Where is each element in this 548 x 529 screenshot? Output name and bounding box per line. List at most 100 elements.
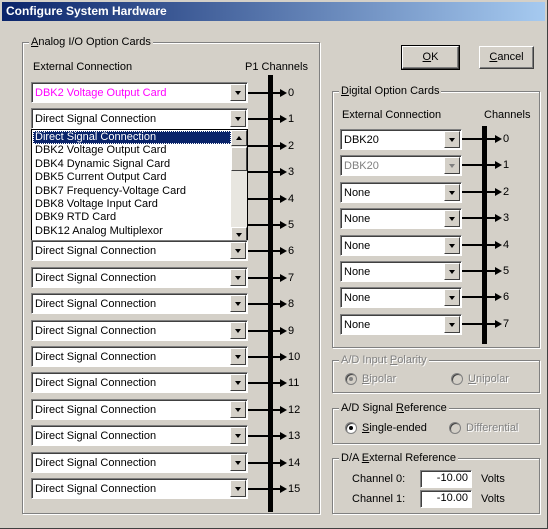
analog-connection-value: Direct Signal Connection	[35, 324, 157, 337]
chevron-down-icon[interactable]	[230, 110, 246, 128]
chevron-down-icon[interactable]	[444, 315, 460, 333]
cancel-button[interactable]: Cancel	[479, 46, 534, 69]
chevron-down-icon[interactable]	[444, 289, 460, 307]
digital-connection-select[interactable]: None	[340, 313, 462, 335]
arrow-right-icon	[280, 379, 287, 388]
dropdown-option[interactable]: DBK8 Voltage Input Card	[33, 198, 231, 211]
digital-channel-arrow-line	[462, 270, 496, 272]
channel-0-voltage-field[interactable]: -10.00	[420, 470, 472, 488]
analog-channel-bus	[268, 75, 273, 512]
chevron-down-icon[interactable]	[444, 131, 460, 148]
analog-channel-number: 14	[288, 456, 301, 469]
dropdown-option[interactable]: DBK2 Voltage Output Card	[33, 144, 231, 157]
dropdown-option[interactable]: DBK12 Analog Multiplexor	[33, 225, 231, 238]
digital-connection-value: DBK20	[344, 134, 379, 146]
unipolar-radio[interactable]	[451, 373, 463, 385]
da-ref-label: D/A External Reference	[339, 451, 458, 465]
analog-connection-select[interactable]: Direct Signal Connection	[31, 266, 248, 288]
analog-connection-value: DBK2 Voltage Output Card	[35, 87, 167, 99]
chevron-down-icon[interactable]	[230, 427, 246, 445]
scroll-up-arrow-icon[interactable]	[231, 130, 247, 146]
analog-channel-arrow-line	[248, 382, 281, 385]
analog-channel-arrow-line	[248, 92, 281, 94]
arrow-right-icon	[280, 485, 287, 493]
digital-channel-arrow-line	[462, 190, 496, 193]
analog-channel-arrow-line	[248, 144, 281, 147]
digital-connection-select[interactable]: None	[340, 287, 462, 309]
chevron-down-icon[interactable]	[444, 183, 460, 201]
analog-channel-number: 15	[288, 483, 301, 495]
differential-radio[interactable]	[449, 422, 461, 434]
arrow-right-icon	[280, 432, 287, 441]
digital-channel-arrow-line	[462, 164, 496, 167]
analog-connection-select[interactable]: Direct Signal Connection	[31, 319, 248, 341]
external-connection-dropdown-list[interactable]: Direct Signal Connection DBK2 Voltage Out…	[31, 129, 248, 244]
chevron-down-icon[interactable]	[444, 210, 460, 228]
arrow-right-icon	[280, 194, 287, 203]
chevron-down-icon[interactable]	[230, 268, 246, 286]
analog-channel-number: 5	[288, 219, 295, 231]
arrow-right-icon	[495, 135, 502, 143]
single-ended-radio[interactable]	[345, 422, 357, 434]
dropdown-option[interactable]: DBK5 Current Output Card	[33, 171, 231, 184]
analog-channel-arrow-line	[248, 488, 281, 490]
chevron-down-icon[interactable]	[230, 400, 246, 418]
arrow-right-icon	[280, 300, 287, 309]
differential-label: Differential	[466, 422, 519, 434]
analog-channel-arrow-line	[248, 224, 281, 226]
analog-connection-select[interactable]: Direct Signal Connection	[31, 451, 248, 473]
analog-channel-arrow-line	[248, 408, 281, 411]
analog-connection-select[interactable]: Direct Signal Connection	[31, 478, 248, 499]
chevron-down-icon[interactable]	[230, 84, 246, 101]
analog-connection-value: Direct Signal Connection	[35, 351, 157, 363]
chevron-down-icon[interactable]	[230, 453, 246, 471]
chevron-down-icon[interactable]	[230, 242, 246, 260]
digital-connection-select[interactable]: None	[340, 181, 462, 203]
analog-channel-number: 7	[288, 271, 295, 284]
analog-connection-select[interactable]: Direct Signal Connection	[31, 372, 248, 394]
chevron-down-icon[interactable]	[230, 374, 246, 392]
digital-connection-value: None	[344, 318, 371, 331]
chevron-down-icon[interactable]	[444, 157, 460, 175]
analog-channel-number: 1	[288, 113, 295, 126]
analog-channel-number: 12	[288, 403, 301, 416]
channel-0-label: Channel 0:	[352, 473, 406, 485]
dropdown-option[interactable]: DBK7 Frequency-Voltage Card	[33, 185, 231, 198]
analog-connection-value: Direct Signal Connection	[35, 483, 157, 495]
arrow-right-icon	[495, 240, 502, 249]
ad-signal-label-pre: A/D Signal	[341, 402, 397, 414]
analog-connection-value: Direct Signal Connection	[35, 298, 157, 311]
chevron-down-icon[interactable]	[444, 263, 460, 280]
dropdown-option[interactable]: DBK4 Dynamic Signal Card	[33, 158, 231, 171]
analog-connection-select[interactable]: Direct Signal Connection	[31, 240, 248, 262]
bipolar-radio[interactable]	[345, 373, 357, 385]
analog-connection-select[interactable]: Direct Signal Connection	[31, 425, 248, 447]
chevron-down-icon[interactable]	[230, 480, 246, 497]
chevron-down-icon[interactable]	[230, 295, 246, 313]
analog-connection-select[interactable]: DBK2 Voltage Output Card	[31, 82, 248, 103]
analog-channel-number: 6	[288, 245, 295, 258]
digital-connection-select[interactable]: DBK20	[340, 155, 462, 177]
channel-1-voltage-field[interactable]: -10.00	[420, 490, 472, 508]
dropdown-scrollbar[interactable]	[231, 130, 247, 243]
chevron-down-icon[interactable]	[444, 236, 460, 254]
scroll-thumb[interactable]	[231, 147, 247, 171]
analog-connection-select[interactable]: Direct Signal Connection	[31, 398, 248, 420]
analog-connection-select[interactable]: Direct Signal Connection	[31, 293, 248, 315]
arrow-right-icon	[280, 273, 287, 282]
analog-connection-value: Direct Signal Connection	[35, 377, 157, 390]
digital-connection-select[interactable]: None	[340, 261, 462, 282]
analog-connection-value: Direct Signal Connection	[35, 245, 157, 258]
bipolar-label: Bipolar	[362, 372, 396, 386]
digital-connection-select[interactable]: None	[340, 208, 462, 230]
dropdown-option[interactable]: DBK9 RTD Card	[33, 211, 231, 224]
ok-button[interactable]: OK	[401, 45, 460, 70]
analog-connection-select[interactable]: Direct Signal Connection	[31, 346, 248, 367]
chevron-down-icon[interactable]	[230, 348, 246, 365]
analog-connection-value: Direct Signal Connection	[35, 271, 157, 284]
analog-connection-select[interactable]: Direct Signal Connection	[31, 108, 248, 130]
dropdown-option[interactable]: Direct Signal Connection	[33, 131, 231, 144]
chevron-down-icon[interactable]	[230, 321, 246, 339]
digital-connection-select[interactable]: DBK20	[340, 129, 462, 150]
digital-connection-select[interactable]: None	[340, 234, 462, 256]
